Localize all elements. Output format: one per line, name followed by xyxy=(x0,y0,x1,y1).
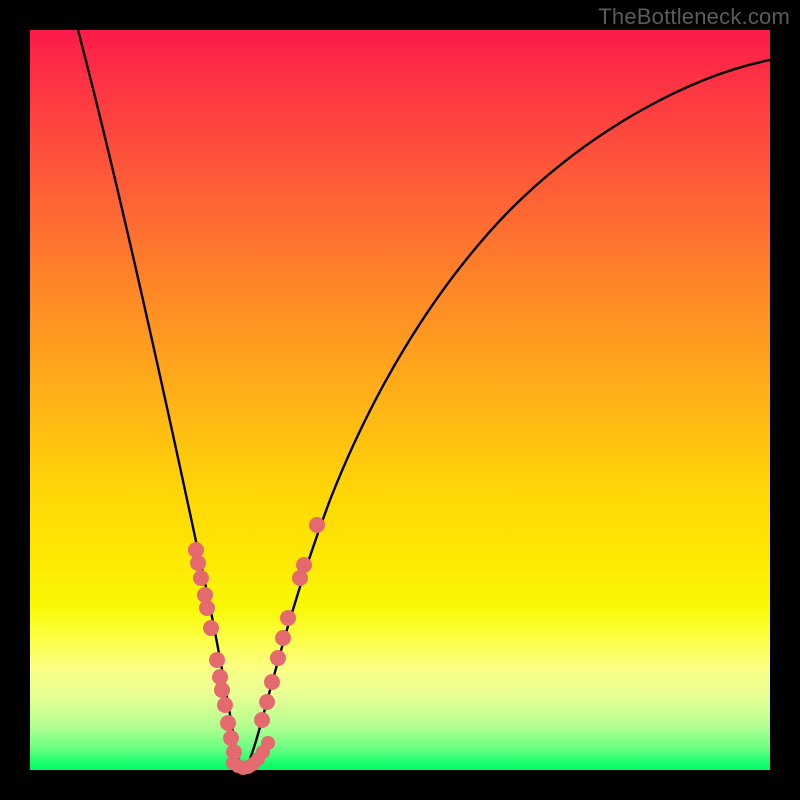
data-marker xyxy=(259,694,275,710)
data-marker xyxy=(261,736,275,750)
data-marker xyxy=(190,555,206,571)
data-marker xyxy=(217,697,233,713)
chart-svg xyxy=(30,30,770,770)
data-marker xyxy=(199,600,215,616)
plot-area xyxy=(30,30,770,770)
data-marker xyxy=(223,730,239,746)
watermark-text: TheBottleneck.com xyxy=(598,4,790,30)
data-marker xyxy=(254,712,270,728)
data-marker xyxy=(209,652,225,668)
data-marker xyxy=(264,674,280,690)
data-marker xyxy=(296,557,312,573)
data-marker xyxy=(220,715,236,731)
bottleneck-curve xyxy=(78,30,770,770)
data-marker xyxy=(280,610,296,626)
data-marker xyxy=(270,650,286,666)
data-marker xyxy=(275,630,291,646)
chart-frame: TheBottleneck.com xyxy=(0,0,800,800)
data-marker xyxy=(309,517,325,533)
data-marker xyxy=(214,682,230,698)
data-marker xyxy=(193,570,209,586)
data-marker xyxy=(203,620,219,636)
